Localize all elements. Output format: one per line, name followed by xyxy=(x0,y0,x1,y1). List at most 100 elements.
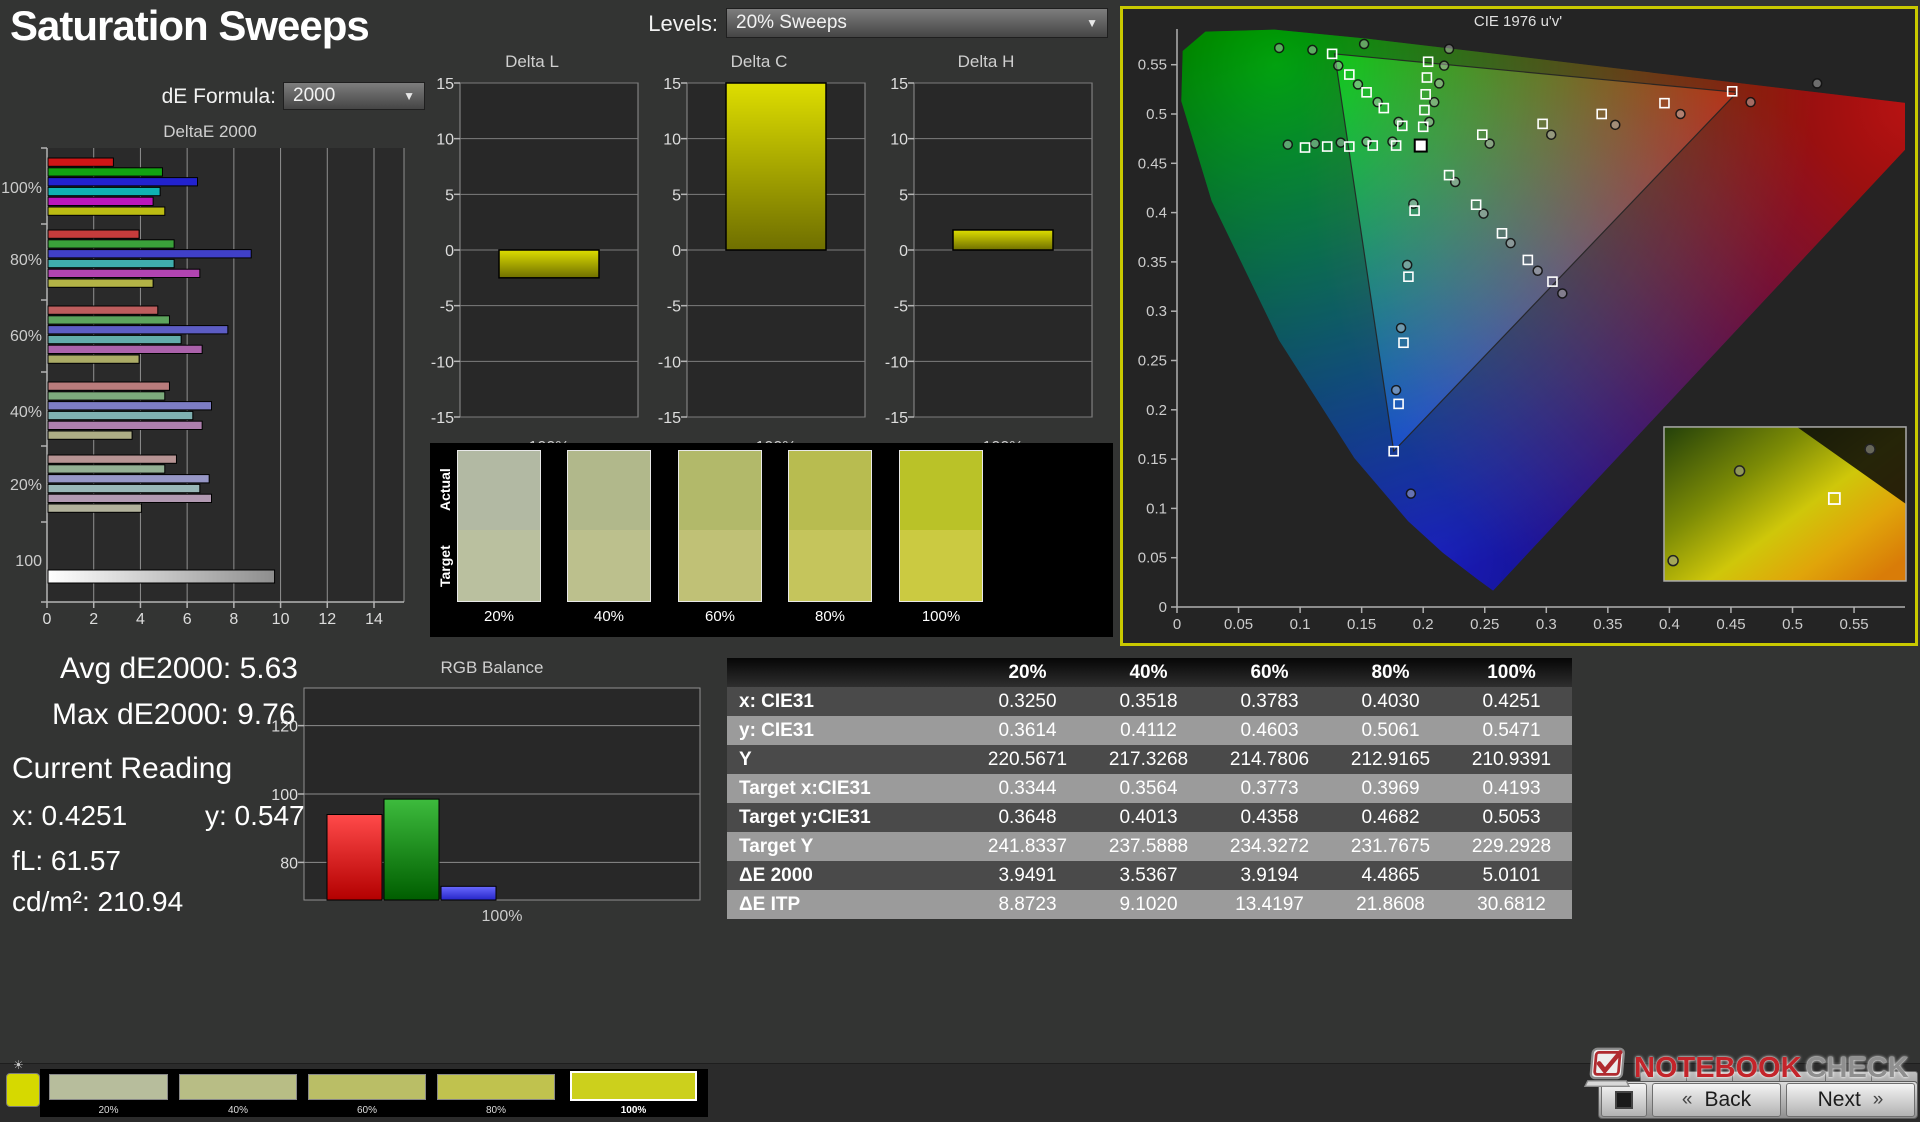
de-bar-cyan xyxy=(48,187,160,195)
levels-dropdown[interactable]: 20% Sweeps ▼ xyxy=(726,8,1108,38)
table-row-label: y: CIE31 xyxy=(727,716,967,745)
table-cell: 237.5888 xyxy=(1088,832,1209,861)
measured-point xyxy=(1440,61,1449,70)
de-bar-green xyxy=(48,316,169,324)
svg-text:0.5: 0.5 xyxy=(1146,106,1167,123)
measured-point xyxy=(1397,323,1406,332)
rgb-bar-G xyxy=(384,799,439,900)
table-cell: 0.3614 xyxy=(967,716,1088,745)
table-row: Y220.5671217.3268214.7806212.9165210.939… xyxy=(727,745,1572,774)
chevron-right-icon: » xyxy=(1873,1089,1884,1111)
measured-point xyxy=(1336,138,1345,147)
target-swatch-40% xyxy=(568,530,650,601)
svg-text:5: 5 xyxy=(445,187,454,204)
table-cell: 214.7806 xyxy=(1209,745,1330,774)
levels-value: 20% Sweeps xyxy=(736,12,847,34)
sweep-swatch-rail: 20%40%60%80%100% xyxy=(40,1069,708,1117)
sweep-swatch-80%[interactable] xyxy=(437,1074,555,1100)
delta-bar xyxy=(499,250,599,278)
table-cell: 0.4358 xyxy=(1209,803,1330,832)
svg-text:20%: 20% xyxy=(10,477,42,494)
sweep-swatch-20%[interactable] xyxy=(49,1074,168,1100)
reading-cdm2: cd/m²: 210.94 xyxy=(12,886,183,918)
svg-text:14: 14 xyxy=(365,611,383,628)
actual-swatch-60% xyxy=(679,451,761,530)
actual-swatch-80% xyxy=(789,451,871,530)
table-cell: 0.3250 xyxy=(967,687,1088,716)
sweep-swatch-100%[interactable] xyxy=(570,1071,697,1101)
svg-text:0.15: 0.15 xyxy=(1347,616,1376,633)
formula-dropdown[interactable]: 2000 ▼ xyxy=(283,82,425,110)
formula-value: 2000 xyxy=(293,85,335,107)
svg-text:0: 0 xyxy=(1159,599,1167,616)
table-cell: 13.4197 xyxy=(1209,890,1330,919)
svg-text:0.15: 0.15 xyxy=(1138,451,1167,468)
measured-point xyxy=(1283,140,1292,149)
measured-point xyxy=(1445,44,1454,53)
lamp-icon: ☀ xyxy=(13,1058,24,1072)
sweep-swatch-60%[interactable] xyxy=(308,1074,426,1100)
table-col-header: 40% xyxy=(1088,658,1209,687)
table-cell: 0.3564 xyxy=(1088,774,1209,803)
table-cell: 220.5671 xyxy=(967,745,1088,774)
table-row-label: ΔE ITP xyxy=(727,890,967,919)
svg-text:0: 0 xyxy=(445,243,454,260)
svg-text:10: 10 xyxy=(272,611,290,628)
actual-swatch-100% xyxy=(900,451,982,530)
sweep-swatch-label: 80% xyxy=(437,1105,555,1116)
svg-text:0.25: 0.25 xyxy=(1470,616,1499,633)
swatch-level-label: 80% xyxy=(788,608,872,625)
measured-point xyxy=(1735,466,1745,476)
svg-text:0.55: 0.55 xyxy=(1138,57,1167,74)
bottom-bar: ☀ 20%40%60%80%100% NOTEBOOKCHECK « Back … xyxy=(0,1063,1920,1122)
svg-text:2: 2 xyxy=(89,611,98,628)
svg-text:0.35: 0.35 xyxy=(1138,254,1167,271)
rgb-bar-R xyxy=(327,815,382,900)
page-title: Saturation Sweeps xyxy=(10,2,369,50)
table-cell: 212.9165 xyxy=(1330,745,1451,774)
deltae-2000-chart: 100%80%60%40%20%10002468101214 xyxy=(0,140,420,640)
table-cell: 0.3648 xyxy=(967,803,1088,832)
table-cell: 0.4112 xyxy=(1088,716,1209,745)
table-row-label: ΔE 2000 xyxy=(727,861,967,890)
mini-color-swatch[interactable] xyxy=(6,1073,40,1107)
svg-text:0.45: 0.45 xyxy=(1716,616,1745,633)
measured-point xyxy=(1558,289,1567,298)
de-bar-yellow xyxy=(48,279,153,287)
svg-text:15: 15 xyxy=(890,76,908,93)
back-label: Back xyxy=(1704,1088,1751,1112)
table-cell: 229.2928 xyxy=(1451,832,1572,861)
delta-l-title: Delta L xyxy=(414,52,650,72)
table-cell: 5.0101 xyxy=(1451,861,1572,890)
de-bar-green xyxy=(48,392,165,400)
current-reading-label: Current Reading xyxy=(12,752,232,786)
de-bar-blue xyxy=(48,178,197,186)
measured-point xyxy=(1392,386,1401,395)
de-bar-magenta xyxy=(48,269,200,277)
logo-text-red: NOTEBOOK xyxy=(1634,1052,1802,1085)
sweep-swatch-label: 100% xyxy=(570,1105,697,1116)
table-cell: 0.5053 xyxy=(1451,803,1572,832)
de-bar-cyan xyxy=(48,259,174,267)
sweep-swatch-label: 20% xyxy=(49,1105,168,1116)
svg-text:120: 120 xyxy=(272,719,298,736)
table-cell: 0.3518 xyxy=(1088,687,1209,716)
sweep-swatch-40%[interactable] xyxy=(179,1074,297,1100)
app-root: { "page": {"title": "Saturation Sweeps"}… xyxy=(0,0,1920,1121)
swatch-level-label: 20% xyxy=(457,608,541,625)
svg-text:8: 8 xyxy=(229,611,238,628)
cie-inset-zoom xyxy=(1664,427,1906,581)
svg-text:-10: -10 xyxy=(431,354,454,371)
de-bar-blue xyxy=(48,326,228,334)
table-cell: 0.5061 xyxy=(1330,716,1451,745)
measured-point xyxy=(1611,120,1620,129)
svg-text:80%: 80% xyxy=(10,252,42,269)
measured-point xyxy=(1865,444,1875,454)
rgb-bar-B xyxy=(441,886,496,900)
swatch-pair-80% xyxy=(788,450,872,602)
table-cell: 0.4193 xyxy=(1451,774,1572,803)
measured-point xyxy=(1435,79,1444,88)
notebookcheck-logo: NOTEBOOKCHECK xyxy=(1584,1046,1909,1090)
measured-point xyxy=(1406,489,1415,498)
svg-text:40%: 40% xyxy=(10,404,42,421)
